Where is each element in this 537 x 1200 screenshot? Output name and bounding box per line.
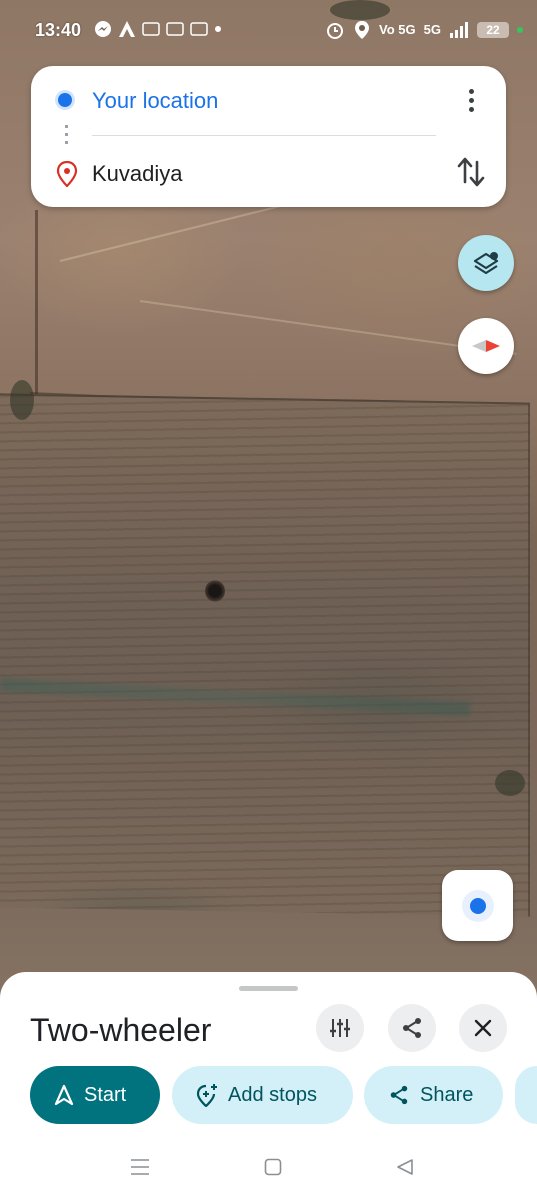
status-bar: 13:40 Vo 5G 5G 22 [0,0,537,60]
field-boundary [35,210,38,400]
battery-indicator: 22 [477,22,509,38]
more-dot [468,106,474,112]
news-icon [166,22,184,36]
back-icon[interactable] [396,1158,414,1176]
system-navigation-bar [0,1140,537,1200]
tune-icon [330,1019,350,1037]
divider [92,135,436,136]
share-route-button[interactable] [388,1004,436,1052]
well-marker [205,580,225,602]
farm-field [0,393,530,917]
share-icon [390,1085,408,1105]
home-icon[interactable] [264,1158,282,1176]
more-dot [468,88,474,94]
tree [495,770,525,796]
messenger-icon [95,21,111,37]
origin-field[interactable]: Your location [92,88,218,114]
origin-dot-icon [58,93,72,107]
status-time: 13:40 [35,20,82,40]
add-location-icon [196,1084,217,1107]
route-connector [65,125,68,147]
add-stops-label: Add stops [228,1083,317,1106]
close-button[interactable] [459,1004,507,1052]
start-label: Start [84,1083,127,1106]
close-icon [474,1019,492,1037]
my-location-icon [469,897,486,914]
drag-handle[interactable] [239,986,298,991]
travel-mode-title: Two-wheeler [30,1012,212,1048]
privacy-dot [517,27,523,33]
navigation-arrow-icon [54,1084,74,1106]
add-stops-button[interactable]: Add stops [172,1066,353,1124]
notification-icons [94,20,222,38]
signal-label: 5G [423,22,441,37]
layers-icon [473,252,499,275]
alarm-icon [327,23,344,39]
more-chip-button[interactable] [515,1066,537,1124]
menu-icon[interactable] [130,1158,150,1176]
battery-level: 22 [486,23,500,37]
destination-pin-icon [56,161,78,187]
news-icon [190,22,208,36]
more-options-button[interactable] [457,84,485,116]
tree [10,380,34,420]
share-button[interactable]: Share [364,1066,503,1124]
status-right-icons: Vo 5G 5G 22 [325,20,523,40]
a-app-icon [119,21,135,37]
dot-icon [215,26,221,32]
share-icon [403,1018,421,1038]
route-card: Your location Kuvadiya [31,66,506,207]
compass-icon [472,340,500,352]
my-location-button[interactable] [442,870,513,941]
route-options-button[interactable] [316,1004,364,1052]
news-icon [142,22,160,36]
swap-icon[interactable] [455,154,487,190]
more-dot [468,97,474,103]
start-button[interactable]: Start [30,1066,160,1124]
location-icon [355,21,370,39]
destination-field[interactable]: Kuvadiya [92,161,183,187]
signal-icon [450,22,468,38]
network-label: Vo 5G [379,22,416,37]
compass-button[interactable] [458,318,514,374]
layers-button[interactable] [458,235,514,291]
share-label: Share [420,1083,474,1106]
